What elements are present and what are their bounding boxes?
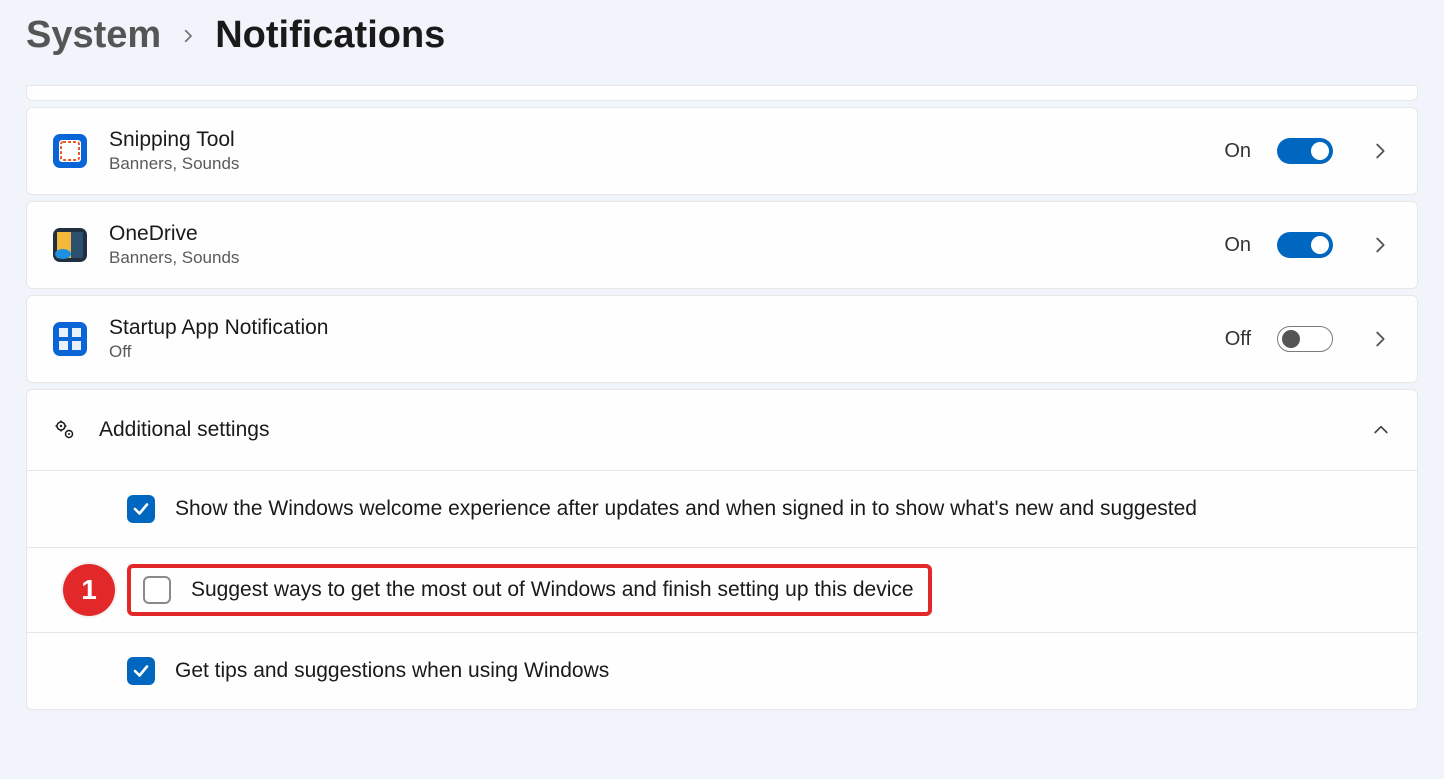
option-label: Suggest ways to get the most out of Wind… [191, 578, 914, 602]
additional-settings-section: Additional settings Show the Windows wel… [26, 389, 1418, 710]
app-sub: Banners, Sounds [109, 248, 1202, 268]
breadcrumb: System Notifications [26, 0, 1418, 85]
chevron-up-icon [1371, 420, 1391, 440]
card-stub [26, 85, 1418, 101]
chevron-right-icon [1369, 328, 1391, 350]
chevron-right-icon [179, 27, 197, 45]
app-row-startup-notification[interactable]: Startup App Notification Off Off [26, 295, 1418, 383]
notifications-toggle[interactable] [1277, 326, 1333, 352]
annotation-badge: 1 [63, 564, 115, 616]
additional-settings-header[interactable]: Additional settings [27, 390, 1417, 471]
breadcrumb-parent[interactable]: System [26, 14, 161, 57]
checkbox[interactable] [127, 657, 155, 685]
option-label: Get tips and suggestions when using Wind… [175, 659, 609, 683]
gears-icon [53, 418, 77, 442]
chevron-right-icon [1369, 234, 1391, 256]
toggle-state-label: On [1224, 234, 1251, 257]
checkbox[interactable] [143, 576, 171, 604]
app-row-snipping-tool[interactable]: Snipping Tool Banners, Sounds On [26, 107, 1418, 195]
additional-settings-title: Additional settings [99, 418, 1349, 442]
app-sub: Off [109, 342, 1203, 362]
option-label: Show the Windows welcome experience afte… [175, 497, 1197, 521]
notifications-toggle[interactable] [1277, 232, 1333, 258]
app-row-onedrive[interactable]: OneDrive Banners, Sounds On [26, 201, 1418, 289]
checkbox[interactable] [127, 495, 155, 523]
breadcrumb-current: Notifications [215, 14, 445, 57]
app-title: OneDrive [109, 222, 1202, 246]
option-suggest-setup[interactable]: 1 Suggest ways to get the most out of Wi… [27, 548, 1417, 633]
app-title: Snipping Tool [109, 128, 1202, 152]
annotation-highlight: Suggest ways to get the most out of Wind… [127, 564, 932, 616]
toggle-state-label: Off [1225, 328, 1251, 351]
onedrive-icon [53, 228, 87, 262]
startup-app-icon [53, 322, 87, 356]
chevron-right-icon [1369, 140, 1391, 162]
option-tips-suggestions[interactable]: Get tips and suggestions when using Wind… [27, 633, 1417, 709]
option-welcome-experience[interactable]: Show the Windows welcome experience afte… [27, 471, 1417, 548]
toggle-state-label: On [1224, 140, 1251, 163]
notifications-toggle[interactable] [1277, 138, 1333, 164]
app-sub: Banners, Sounds [109, 154, 1202, 174]
snipping-tool-icon [53, 134, 87, 168]
app-title: Startup App Notification [109, 316, 1203, 340]
